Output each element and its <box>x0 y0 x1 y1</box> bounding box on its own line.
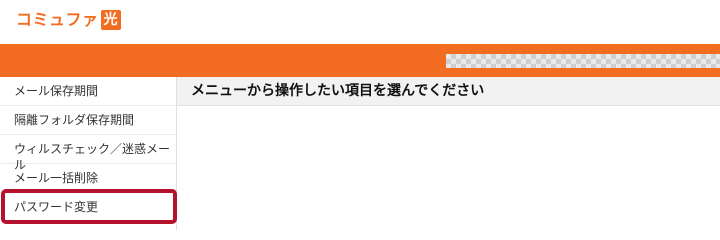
sidebar-item-mail-retention[interactable]: メール保存期間 <box>0 77 176 106</box>
sidebar-item-label: 隔離フォルダ保存期間 <box>14 113 135 127</box>
main-header: メニューから操作したい項目を選んでください <box>177 77 720 106</box>
sidebar-item-quarantine-retention[interactable]: 隔離フォルダ保存期間 <box>0 106 176 135</box>
page-title: メニューから操作したい項目を選んでください <box>191 83 485 99</box>
sidebar-item-label: メール一括削除 <box>14 171 99 185</box>
sidebar-item-virus-spam[interactable]: ウィルスチェック／迷惑メール <box>0 135 176 172</box>
masked-account-info <box>446 54 720 68</box>
logo-mark: 光 <box>100 10 121 30</box>
logo-text: コミュファ <box>16 10 99 29</box>
commufa-logo[interactable]: コミュファ 光 <box>16 9 121 31</box>
highlight-box <box>1 189 177 224</box>
sidebar-item-label: メール保存期間 <box>14 84 99 98</box>
header: コミュファ 光 <box>0 0 720 44</box>
